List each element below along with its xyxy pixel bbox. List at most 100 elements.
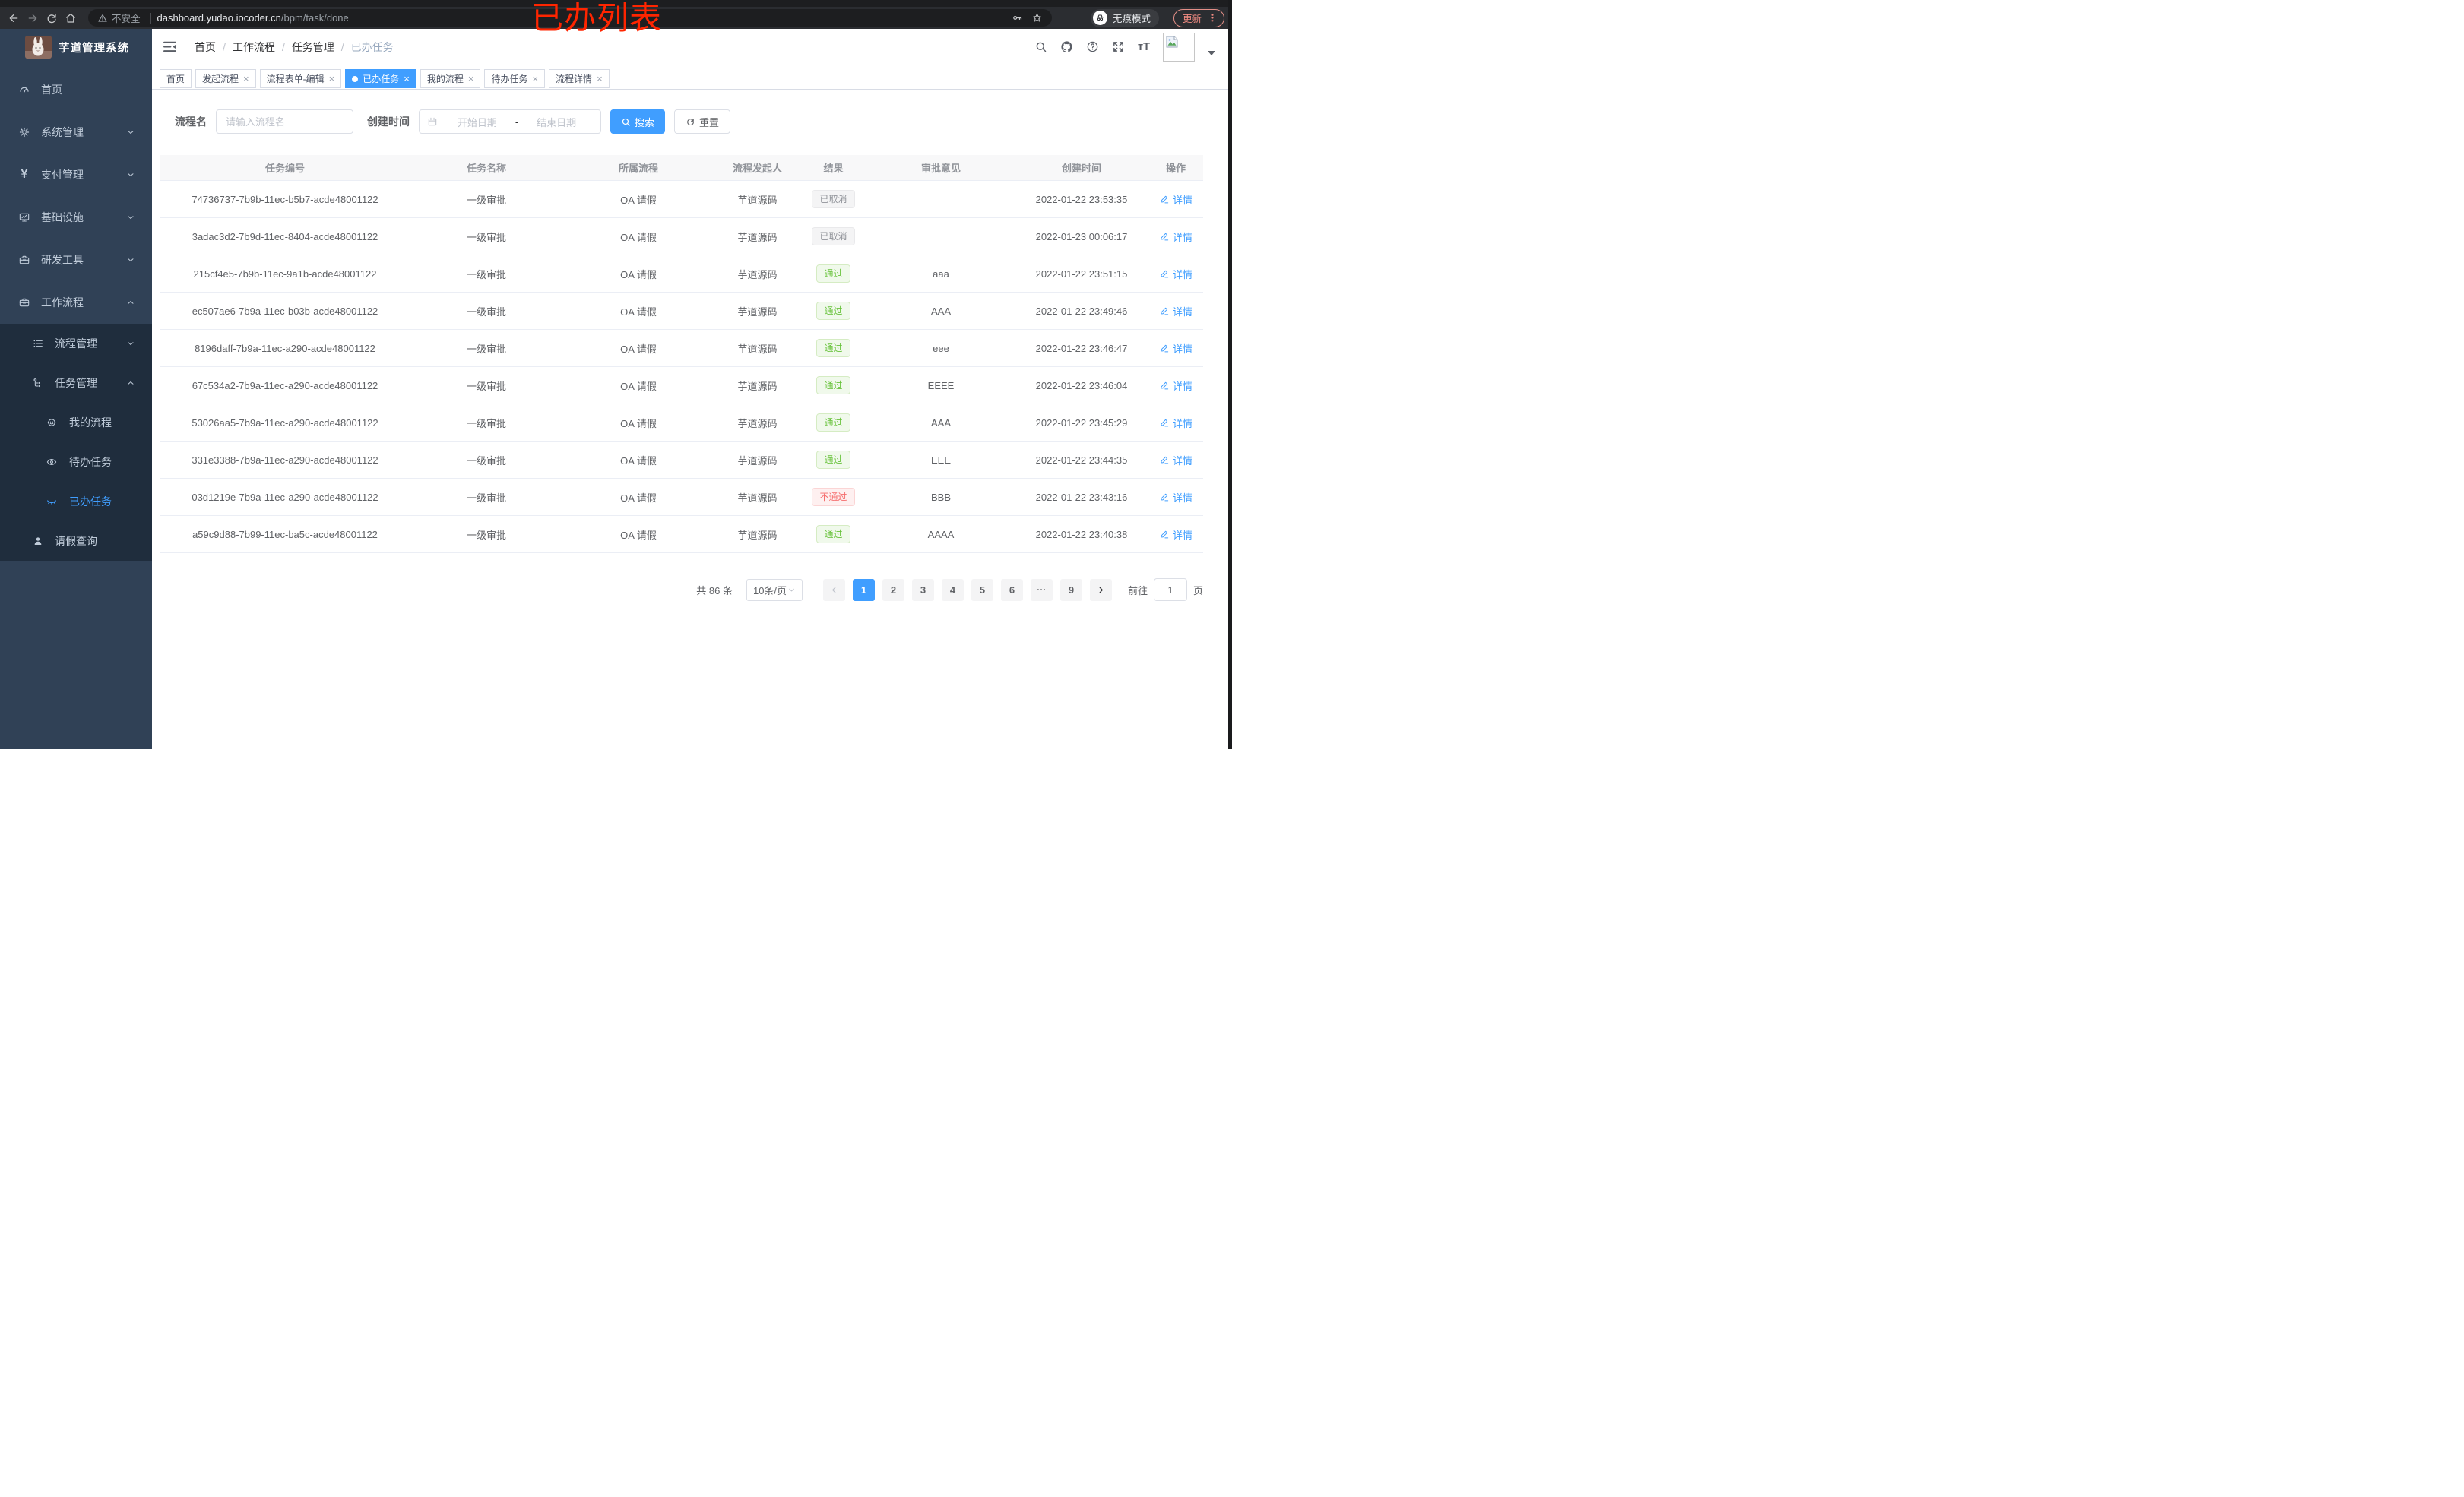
hamburger-icon[interactable] (162, 39, 178, 55)
goto-page-input[interactable] (1153, 578, 1187, 601)
kebab-menu-icon[interactable] (1208, 13, 1218, 23)
page-content: 流程名 创建时间 开始日期 - 结束日期 搜索 重 (152, 90, 1232, 777)
detail-link[interactable]: 详情 (1159, 527, 1192, 542)
page-size-value: 10条/页 (752, 584, 787, 597)
comment-cell: aaa (933, 267, 949, 280)
search-button[interactable]: 搜索 (610, 109, 666, 134)
page-button-5[interactable]: 5 (971, 578, 993, 601)
update-button[interactable]: 更新 (1173, 8, 1224, 27)
sidebar-item-payment[interactable]: ¥ 支付管理 (0, 153, 152, 196)
action-cell: 详情 (1148, 293, 1203, 329)
close-icon[interactable]: × (404, 74, 410, 84)
star-icon[interactable] (1031, 12, 1043, 24)
tab-home[interactable]: 首页 (160, 69, 192, 88)
sidebar-item-label: 系统管理 (41, 126, 84, 138)
key-icon[interactable] (1012, 12, 1023, 24)
starter-cell: 芋道源码 (737, 194, 778, 206)
page-button-2[interactable]: 2 (882, 578, 904, 601)
close-icon[interactable]: × (243, 74, 249, 84)
tab-start-process[interactable]: 发起流程 × (195, 69, 256, 88)
detail-link[interactable]: 详情 (1159, 267, 1192, 281)
process-name-input[interactable] (216, 109, 353, 134)
detail-link[interactable]: 详情 (1159, 192, 1192, 207)
sidebar-item-leave-query[interactable]: 请假查询 (0, 521, 152, 561)
sidebar-item-workflow[interactable]: 工作流程 (0, 281, 152, 324)
close-icon[interactable]: × (597, 74, 603, 84)
column-header-3: 流程发起人 (732, 163, 782, 174)
tab-my-process[interactable]: 我的流程 × (420, 69, 481, 88)
sidebar-item-devtools[interactable]: 研发工具 (0, 239, 152, 281)
page-button-1[interactable]: 1 (852, 578, 875, 601)
avatar[interactable] (1163, 32, 1195, 62)
pencil-icon (1159, 492, 1170, 502)
help-icon[interactable] (1086, 40, 1099, 53)
sidebar-item-label: 支付管理 (41, 169, 84, 181)
reset-button[interactable]: 重置 (674, 109, 731, 134)
result-tag: 通过 (816, 451, 850, 469)
created-cell: 2022-01-22 23:40:38 (1035, 528, 1128, 540)
tasks-table: 任务编号 任务名称 所属流程 流程发起人 结果 审批意见 创建时间 操作 74736737-7… (160, 155, 1203, 553)
starter-cell: 芋道源码 (737, 417, 778, 429)
sidebar-item-home[interactable]: 首页 (0, 68, 152, 111)
page-size-select[interactable]: 10条/页 (746, 578, 803, 601)
sidebar-item-done-tasks[interactable]: 已办任务 (0, 482, 152, 521)
result-tag: 已取消 (812, 227, 855, 245)
detail-link[interactable]: 详情 (1159, 304, 1192, 318)
table-row: a59c9d88-7b99-11ec-ba5c-acde48001122 一级审批… (160, 516, 1203, 553)
process-name-label: 流程名 (175, 116, 207, 128)
page-button-4[interactable]: 4 (941, 578, 964, 601)
sidebar-item-task-mgmt[interactable]: 任务管理 (0, 363, 152, 403)
process-cell: OA 请假 (620, 231, 657, 243)
tab-done-tasks[interactable]: 已办任务 × (345, 69, 416, 88)
created-cell: 2022-01-22 23:45:29 (1035, 416, 1128, 429)
sidebar-item-system[interactable]: 系统管理 (0, 111, 152, 153)
tab-todo-tasks[interactable]: 待办任务 × (484, 69, 546, 88)
search-icon[interactable] (1034, 40, 1047, 53)
tab-label: 我的流程 (426, 74, 464, 84)
next-page-button[interactable] (1089, 578, 1112, 601)
create-time-label: 创建时间 (367, 116, 410, 128)
breadcrumb-link[interactable]: 首页 (195, 40, 216, 55)
reload-icon[interactable] (46, 12, 58, 24)
tab-form-editor[interactable]: 流程表单-编辑 × (259, 69, 342, 88)
github-icon[interactable] (1060, 40, 1073, 53)
date-range-input[interactable]: 开始日期 - 结束日期 (419, 109, 601, 134)
close-icon[interactable]: × (468, 74, 474, 84)
back-icon[interactable] (8, 12, 20, 24)
font-size-icon[interactable]: ᴛT (1138, 41, 1150, 53)
sidebar-item-infra[interactable]: 基础设施 (0, 196, 152, 239)
close-icon[interactable]: × (329, 74, 335, 84)
address-bar[interactable]: 不安全 dashboard.yudao.iocoder.cn/bpm/task/… (88, 9, 1052, 27)
detail-link[interactable]: 详情 (1159, 490, 1192, 505)
page-button-9[interactable]: 9 (1059, 578, 1082, 601)
created-cell: 2022-01-22 23:43:16 (1035, 491, 1128, 503)
detail-link[interactable]: 详情 (1159, 378, 1192, 393)
breadcrumb-link[interactable]: 工作流程 (233, 40, 275, 55)
home-icon[interactable] (65, 12, 77, 24)
page-button-6[interactable]: 6 (1000, 578, 1023, 601)
pencil-icon (1159, 343, 1170, 353)
detail-link[interactable]: 详情 (1159, 416, 1192, 430)
breadcrumb-link[interactable]: 任务管理 (292, 40, 334, 55)
sidebar-item-label: 研发工具 (41, 254, 84, 266)
prev-page-button[interactable] (822, 578, 845, 601)
pencil-icon (1159, 268, 1170, 279)
more-pages-button[interactable] (1030, 578, 1053, 601)
detail-link[interactable]: 详情 (1159, 341, 1192, 356)
table-header: 任务编号 任务名称 所属流程 流程发起人 结果 审批意见 创建时间 操作 (160, 155, 1203, 181)
sidebar-item-my-process[interactable]: 我的流程 (0, 403, 152, 442)
caret-down-icon[interactable] (1208, 50, 1215, 55)
sidebar-item-process-mgmt[interactable]: 流程管理 (0, 324, 152, 363)
warning-icon (97, 13, 108, 24)
tab-process-detail[interactable]: 流程详情 × (549, 69, 610, 88)
url-path: /bpm/task/done (280, 12, 349, 24)
page-button-3[interactable]: 3 (911, 578, 934, 601)
security-label[interactable]: 不安全 (112, 11, 141, 25)
sidebar-item-todo-tasks[interactable]: 待办任务 (0, 442, 152, 482)
fullscreen-icon[interactable] (1112, 40, 1125, 53)
detail-link[interactable]: 详情 (1159, 229, 1192, 244)
close-icon[interactable]: × (532, 74, 538, 84)
logo[interactable]: 芋道管理系统 (0, 29, 152, 65)
forward-icon[interactable] (27, 12, 39, 24)
detail-link[interactable]: 详情 (1159, 453, 1192, 467)
